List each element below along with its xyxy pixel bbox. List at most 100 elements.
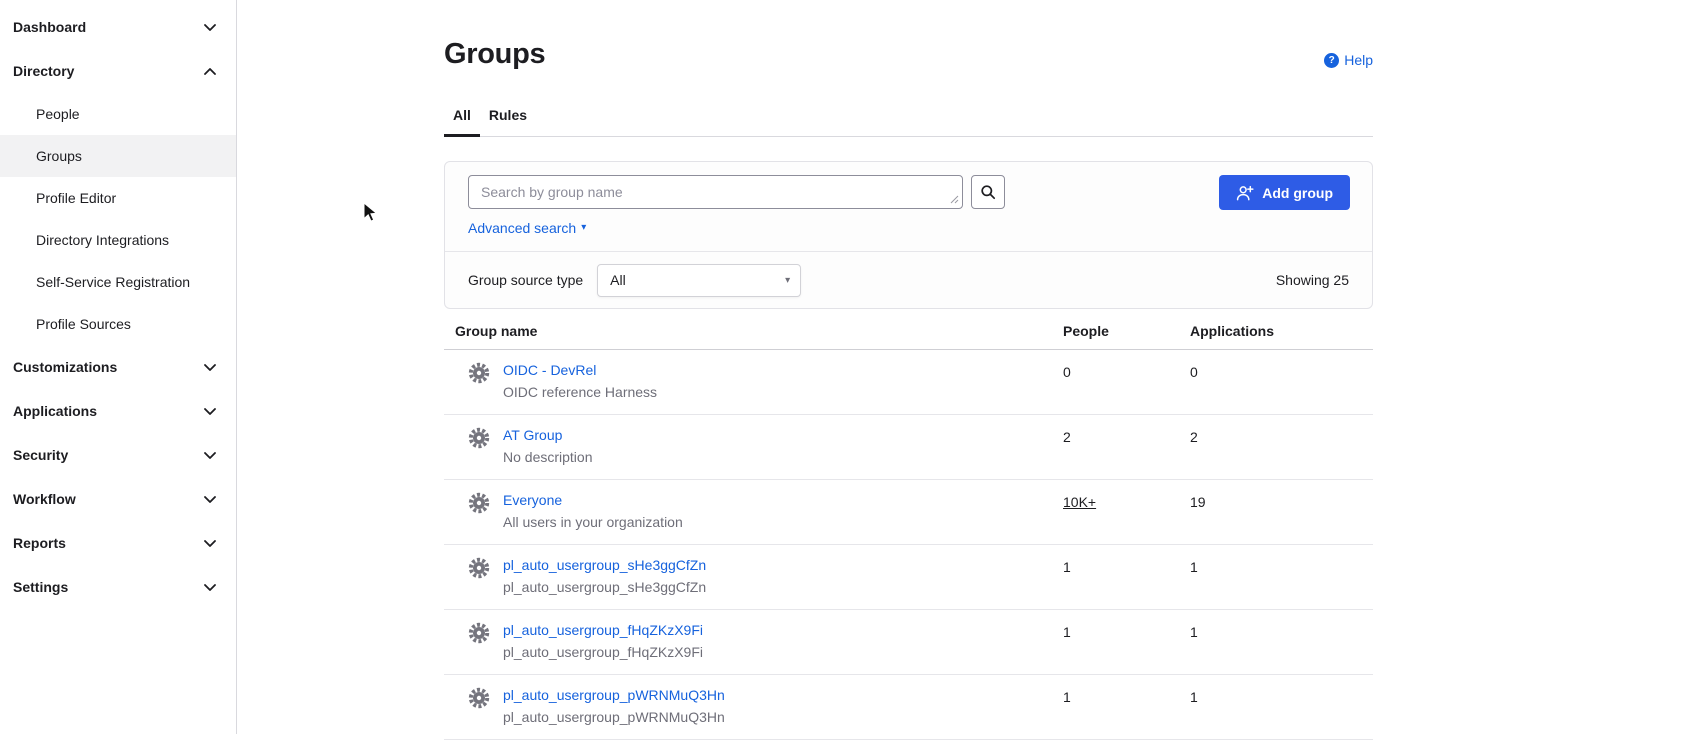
group-description: All users in your organization (503, 512, 683, 533)
group-gear-icon (468, 492, 490, 533)
add-group-label: Add group (1262, 185, 1333, 201)
sidebar-subitem-label: Directory Integrations (36, 232, 169, 248)
sidebar-nav: Dashboard Directory People Groups Profil… (0, 5, 236, 609)
sidebar-item-label: Directory (13, 63, 74, 79)
chevron-down-icon (204, 452, 216, 459)
sidebar-item-profile-editor[interactable]: Profile Editor (0, 177, 236, 219)
group-description: OIDC reference Harness (503, 382, 657, 403)
people-count: 1 (1063, 689, 1071, 705)
group-description: No description (503, 447, 593, 468)
table-row: pl_auto_usergroup_sHe3ggCfZn pl_auto_use… (444, 545, 1373, 610)
sidebar-item-directory-integrations[interactable]: Directory Integrations (0, 219, 236, 261)
help-link[interactable]: ? Help (1324, 52, 1373, 68)
tab-rules[interactable]: Rules (480, 97, 536, 137)
group-name-link[interactable]: Everyone (503, 492, 562, 508)
showing-count: Showing 25 (1276, 272, 1349, 288)
sidebar-item-customizations[interactable]: Customizations (0, 345, 236, 389)
source-type-select[interactable]: All ▾ (597, 264, 801, 297)
sidebar: Dashboard Directory People Groups Profil… (0, 0, 237, 734)
tab-all[interactable]: All (444, 97, 480, 137)
column-header-group-name: Group name (444, 314, 1063, 349)
page-header: Groups ? Help (444, 38, 1373, 71)
chevron-down-icon (204, 24, 216, 31)
search-panel: Add group Advanced search ▾ Group source… (444, 161, 1373, 309)
sidebar-item-settings[interactable]: Settings (0, 565, 236, 609)
table-body: OIDC - DevRel OIDC reference Harness 0 0… (444, 350, 1373, 740)
groups-table: Group name People Applications OIDC - De… (444, 314, 1373, 740)
source-type-value: All (610, 272, 626, 288)
group-name-link[interactable]: pl_auto_usergroup_pWRNMuQ3Hn (503, 687, 725, 703)
main-content: Groups ? Help All Rules (238, 0, 1687, 734)
sidebar-subitem-label: Self-Service Registration (36, 274, 190, 290)
chevron-down-icon (204, 540, 216, 547)
sidebar-item-label: Reports (13, 535, 66, 551)
applications-count: 0 (1190, 364, 1198, 380)
source-type-label: Group source type (468, 272, 583, 288)
table-row: AT Group No description 2 2 (444, 415, 1373, 480)
sidebar-item-label: Applications (13, 403, 97, 419)
sidebar-item-people[interactable]: People (0, 93, 236, 135)
group-name-link[interactable]: pl_auto_usergroup_sHe3ggCfZn (503, 557, 706, 573)
filter-bar: Group source type All ▾ Showing 25 (445, 251, 1372, 308)
applications-count: 19 (1190, 494, 1206, 510)
sidebar-item-workflow[interactable]: Workflow (0, 477, 236, 521)
group-gear-icon (468, 362, 490, 403)
caret-down-icon: ▾ (581, 223, 586, 233)
sidebar-item-directory[interactable]: Directory (0, 49, 236, 93)
group-name-link[interactable]: OIDC - DevRel (503, 362, 596, 378)
sidebar-item-reports[interactable]: Reports (0, 521, 236, 565)
group-gear-icon (468, 622, 490, 663)
people-count: 2 (1063, 429, 1071, 445)
table-row: Everyone All users in your organization … (444, 480, 1373, 545)
column-header-applications: Applications (1190, 314, 1373, 349)
group-name-link[interactable]: AT Group (503, 427, 562, 443)
group-description: pl_auto_usergroup_fHqZKzX9Fi (503, 642, 703, 663)
sidebar-subitem-label: Profile Editor (36, 190, 116, 206)
people-count: 1 (1063, 559, 1071, 575)
chevron-down-icon (204, 496, 216, 503)
group-description: pl_auto_usergroup_sHe3ggCfZn (503, 577, 706, 598)
group-name-link[interactable]: pl_auto_usergroup_fHqZKzX9Fi (503, 622, 703, 638)
column-header-people: People (1063, 314, 1190, 349)
sidebar-item-label: Security (13, 447, 68, 463)
group-gear-icon (468, 427, 490, 468)
people-count: 1 (1063, 624, 1071, 640)
sidebar-item-label: Dashboard (13, 19, 86, 35)
help-question-icon: ? (1324, 53, 1339, 68)
people-count: 0 (1063, 364, 1071, 380)
sidebar-item-profile-sources[interactable]: Profile Sources (0, 303, 236, 345)
table-header: Group name People Applications (444, 314, 1373, 350)
advanced-search-link[interactable]: Advanced search ▾ (468, 220, 586, 236)
applications-count: 1 (1190, 689, 1198, 705)
applications-count: 1 (1190, 624, 1198, 640)
sidebar-item-self-service-registration[interactable]: Self-Service Registration (0, 261, 236, 303)
add-group-button[interactable]: Add group (1219, 175, 1350, 210)
tab-bar: All Rules (444, 97, 1373, 137)
group-gear-icon (468, 687, 490, 728)
applications-count: 2 (1190, 429, 1198, 445)
sidebar-item-groups[interactable]: Groups (0, 135, 236, 177)
table-row: pl_auto_usergroup_pWRNMuQ3Hn pl_auto_use… (444, 675, 1373, 740)
chevron-up-icon (204, 68, 216, 75)
table-row: pl_auto_usergroup_fHqZKzX9Fi pl_auto_use… (444, 610, 1373, 675)
search-input[interactable] (468, 175, 963, 209)
search-button[interactable] (971, 175, 1005, 209)
group-gear-icon (468, 557, 490, 598)
search-icon (980, 184, 996, 200)
sidebar-subitem-label: People (36, 106, 80, 122)
advanced-search-label: Advanced search (468, 220, 576, 236)
group-description: pl_auto_usergroup_pWRNMuQ3Hn (503, 707, 725, 728)
sidebar-item-security[interactable]: Security (0, 433, 236, 477)
sidebar-subitem-label: Groups (36, 148, 82, 164)
sidebar-item-label: Workflow (13, 491, 76, 507)
people-count-link[interactable]: 10K+ (1063, 494, 1096, 510)
sidebar-item-applications[interactable]: Applications (0, 389, 236, 433)
sidebar-subitem-label: Profile Sources (36, 316, 131, 332)
add-user-icon (1236, 185, 1254, 201)
table-row: OIDC - DevRel OIDC reference Harness 0 0 (444, 350, 1373, 415)
chevron-down-icon (204, 364, 216, 371)
page-title: Groups (444, 38, 545, 71)
chevron-down-icon (204, 408, 216, 415)
sidebar-item-dashboard[interactable]: Dashboard (0, 5, 236, 49)
applications-count: 1 (1190, 559, 1198, 575)
